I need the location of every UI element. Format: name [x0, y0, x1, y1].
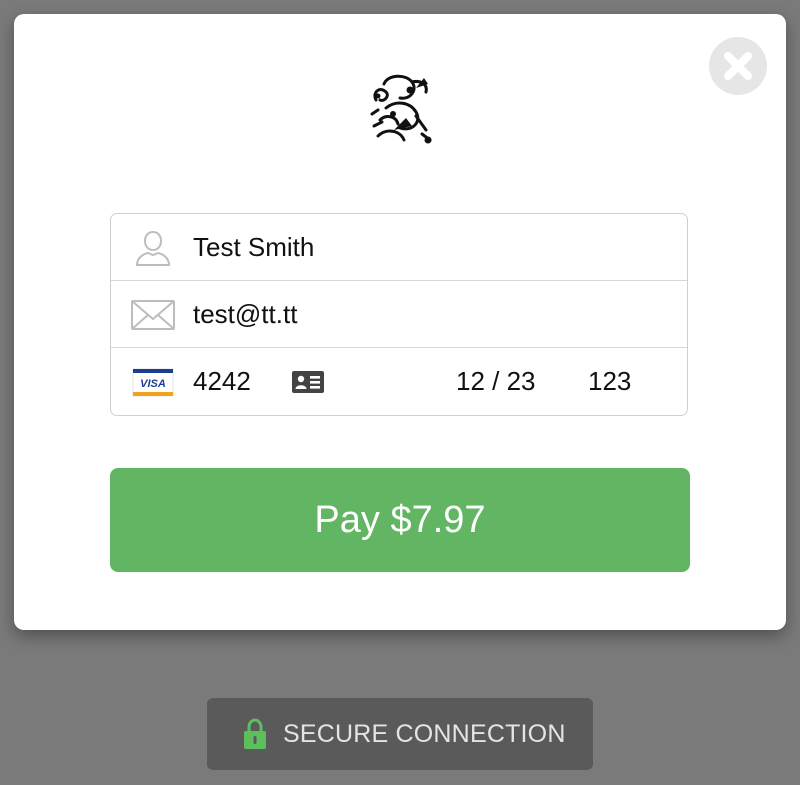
visa-icon: VISA [132, 368, 174, 397]
id-card-icon [292, 371, 324, 393]
close-button[interactable] [709, 37, 767, 95]
card-number-input[interactable] [193, 348, 283, 414]
lock-icon [244, 718, 266, 749]
name-input[interactable] [193, 214, 663, 280]
secure-connection-label: SECURE CONNECTION [283, 719, 566, 748]
email-input[interactable] [193, 281, 663, 347]
expiry-input[interactable] [456, 348, 556, 414]
frog-logo-icon [370, 74, 432, 144]
card-row: VISA [111, 348, 687, 415]
close-icon [724, 52, 752, 80]
name-row [111, 214, 687, 281]
email-row [111, 281, 687, 348]
pay-button[interactable]: Pay $7.97 [110, 468, 690, 572]
checkout-modal: VISA Pay $7.97 [14, 14, 786, 630]
svg-text:VISA: VISA [140, 378, 166, 390]
user-icon [135, 230, 171, 266]
payment-form: VISA [110, 213, 688, 416]
envelope-icon [131, 300, 175, 330]
cvc-input[interactable] [588, 348, 648, 414]
secure-connection-badge: SECURE CONNECTION [207, 698, 593, 770]
